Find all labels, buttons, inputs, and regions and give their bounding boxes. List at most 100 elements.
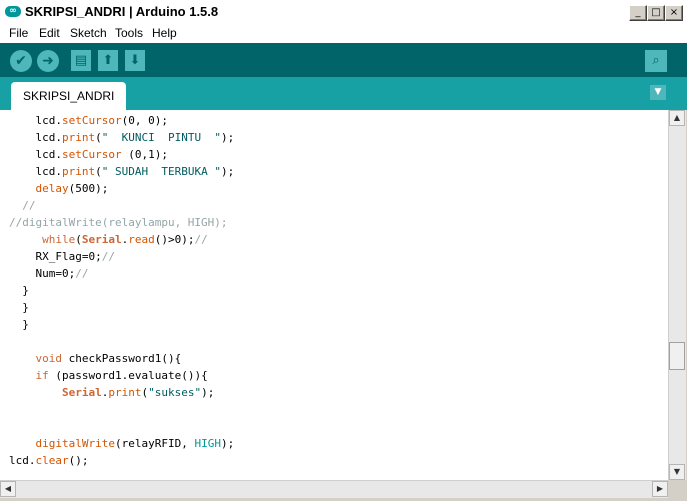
check-icon: ✔ bbox=[15, 53, 27, 69]
code-line: } bbox=[9, 299, 29, 316]
menu-help[interactable]: Help bbox=[152, 26, 177, 40]
verify-button[interactable]: ✔ bbox=[10, 50, 32, 72]
code-token: if bbox=[35, 369, 49, 382]
code-line: delay(500); bbox=[9, 180, 109, 197]
code-line: } bbox=[9, 282, 29, 299]
code-line: while(Serial.read()>0);// bbox=[9, 231, 208, 248]
code-line: Num=0;// bbox=[9, 265, 88, 282]
code-token: //digitalWrite(relaylampu, HIGH); bbox=[9, 216, 228, 229]
code-token: (relayRFID, bbox=[114, 437, 195, 450]
new-sketch-button[interactable]: ▤ bbox=[71, 50, 91, 71]
code-token: ); bbox=[201, 386, 215, 399]
menu-file[interactable]: File bbox=[9, 26, 28, 40]
upload-button[interactable]: ➜ bbox=[37, 50, 59, 72]
code-line: //digitalWrite(relaylampu, HIGH); bbox=[9, 214, 228, 231]
code-token: while bbox=[42, 233, 76, 246]
vertical-scrollbar[interactable]: ▲ ▼ bbox=[668, 110, 686, 480]
code-line: RX_Flag=0;// bbox=[9, 248, 115, 265]
arrow-up-icon: ⬆ bbox=[102, 53, 114, 68]
tab-skripsi-andri[interactable]: SKRIPSI_ANDRI bbox=[11, 82, 127, 110]
menu-bar: File Edit Sketch Tools Help bbox=[0, 24, 687, 43]
scroll-down-button[interactable]: ▼ bbox=[669, 464, 685, 480]
title-bar: ∞ SKRIPSI_ANDRI | Arduino 1.5.8 _ □ × bbox=[0, 0, 687, 25]
code-token: lcd. bbox=[9, 165, 62, 178]
code-token: delay bbox=[35, 182, 69, 195]
arrow-down-icon: ⬇ bbox=[129, 53, 141, 68]
scroll-thumb[interactable] bbox=[669, 342, 685, 370]
code-token: print bbox=[108, 386, 142, 399]
minimize-button[interactable]: _ bbox=[629, 5, 647, 21]
window-title: SKRIPSI_ANDRI | Arduino 1.5.8 bbox=[25, 4, 219, 19]
code-token: ()>0); bbox=[154, 233, 195, 246]
scroll-up-button[interactable]: ▲ bbox=[669, 110, 685, 126]
code-token: } bbox=[9, 301, 29, 314]
code-token: // bbox=[101, 250, 115, 263]
code-token: Num=0; bbox=[9, 267, 76, 280]
tab-bar: SKRIPSI_ANDRI ▼ bbox=[0, 77, 687, 110]
code-token: ); bbox=[220, 165, 235, 178]
code-token: (0,1); bbox=[121, 148, 168, 161]
toolbar: ✔ ➜ ▤ ⬆ ⬇ ⌕ bbox=[0, 43, 687, 77]
code-token: Serial bbox=[61, 386, 102, 399]
code-token: (0, 0); bbox=[121, 114, 168, 127]
code-token: // bbox=[9, 199, 36, 212]
arrow-right-icon: ➜ bbox=[42, 53, 54, 69]
page-icon: ▤ bbox=[74, 53, 88, 68]
code-token: "sukses" bbox=[148, 386, 202, 399]
menu-sketch[interactable]: Sketch bbox=[70, 26, 107, 40]
menu-edit[interactable]: Edit bbox=[39, 26, 60, 40]
open-sketch-button[interactable]: ⬆ bbox=[98, 50, 118, 71]
maximize-button[interactable]: □ bbox=[647, 5, 665, 21]
code-line: lcd.setCursor (0,1); bbox=[9, 146, 168, 163]
scroll-right-button[interactable]: ▶ bbox=[652, 481, 668, 497]
code-token: clear bbox=[35, 454, 69, 467]
code-token: ( bbox=[75, 233, 82, 246]
code-token: ); bbox=[220, 437, 235, 450]
serial-monitor-button[interactable]: ⌕ bbox=[645, 50, 667, 72]
menu-tools[interactable]: Tools bbox=[115, 26, 143, 40]
code-editor[interactable]: lcd.setCursor(0, 0); lcd.print(" KUNCI P… bbox=[0, 110, 668, 480]
save-sketch-button[interactable]: ⬇ bbox=[125, 50, 145, 71]
code-token: lcd. bbox=[9, 131, 62, 144]
code-token: HIGH bbox=[194, 437, 221, 450]
magnifier-icon: ⌕ bbox=[652, 53, 660, 68]
code-token: (); bbox=[68, 454, 89, 467]
close-button[interactable]: × bbox=[665, 5, 683, 21]
code-token: digitalWrite bbox=[35, 437, 115, 450]
code-token: (500); bbox=[68, 182, 109, 195]
code-token: // bbox=[75, 267, 89, 280]
code-token: print bbox=[61, 165, 96, 178]
code-line: if (password1.evaluate()){ bbox=[9, 367, 208, 384]
code-token: print bbox=[61, 131, 96, 144]
code-token: Serial bbox=[81, 233, 122, 246]
code-token: void bbox=[35, 352, 63, 365]
code-line: lcd.clear(); bbox=[9, 452, 89, 469]
code-token: read bbox=[128, 233, 155, 246]
code-token: ( bbox=[95, 131, 102, 144]
window-corner bbox=[668, 480, 687, 501]
code-token: } bbox=[9, 318, 29, 331]
code-line: lcd.print(" SUDAH TERBUKA "); bbox=[9, 163, 234, 180]
code-line: } bbox=[9, 316, 29, 333]
code-line: void checkPassword1(){ bbox=[9, 350, 182, 367]
arduino-logo-icon: ∞ bbox=[5, 6, 21, 17]
code-token: RX_Flag=0; bbox=[9, 250, 102, 263]
code-token: lcd. bbox=[9, 148, 62, 161]
code-token: ( bbox=[95, 165, 102, 178]
code-line: lcd.setCursor(0, 0); bbox=[9, 112, 168, 129]
horizontal-scrollbar[interactable]: ◀ ▶ bbox=[0, 480, 668, 498]
code-token: setCursor bbox=[61, 114, 122, 127]
code-line: lcd.print(" KUNCI PINTU "); bbox=[9, 129, 234, 146]
code-token: " SUDAH TERBUKA " bbox=[101, 165, 221, 178]
code-token: (password1.evaluate()){ bbox=[48, 369, 208, 382]
tab-menu-button[interactable]: ▼ bbox=[650, 85, 666, 100]
code-line: digitalWrite(relayRFID, HIGH); bbox=[9, 435, 235, 452]
code-line: // bbox=[9, 197, 36, 214]
scroll-left-button[interactable]: ◀ bbox=[0, 481, 16, 497]
